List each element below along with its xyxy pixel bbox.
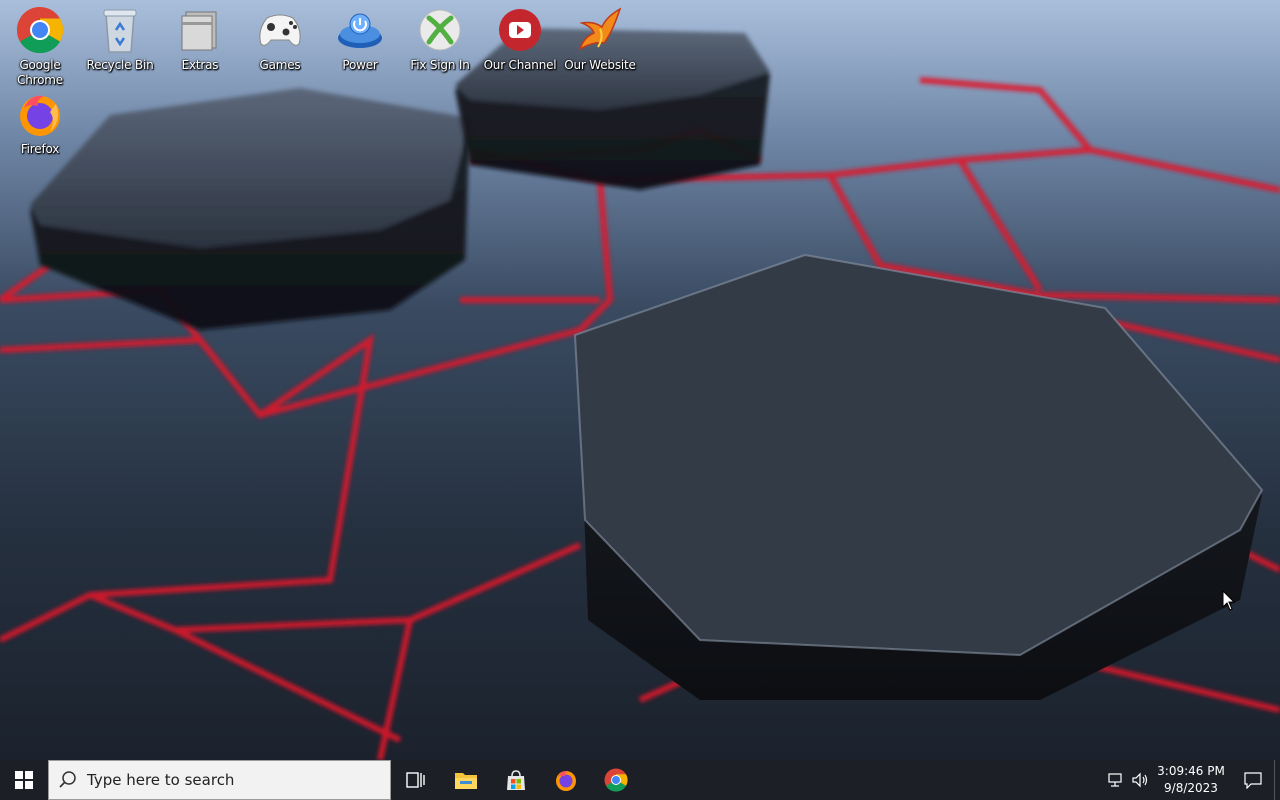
desktop-icon-our-website[interactable]: Our Website: [562, 6, 638, 73]
desktop-icon-label: Extras: [181, 58, 219, 72]
recycle-bin-icon: [96, 6, 144, 54]
taskbar-clock[interactable]: 3:09:46 PM 9/8/2023: [1156, 763, 1226, 797]
taskbar-file-explorer[interactable]: [441, 760, 491, 800]
task-view-button[interactable]: [391, 760, 441, 800]
desktop-icon-recycle-bin[interactable]: Recycle Bin: [82, 6, 158, 73]
file-explorer-icon: [455, 773, 477, 789]
task-view-icon: [406, 772, 425, 788]
mouse-cursor-icon: [1222, 589, 1236, 617]
search-icon: [59, 771, 76, 788]
desktop-icon-label: Google Chrome: [17, 58, 63, 87]
desktop-icon-label: Power: [342, 58, 378, 72]
taskbar-search-box[interactable]: Type here to search: [48, 760, 391, 800]
firefox-icon: [556, 770, 576, 791]
gamepad-icon: [256, 6, 304, 54]
network-icon[interactable]: [1104, 760, 1128, 800]
desktop-icon-label: Fix Sign In: [410, 58, 470, 72]
desktop-icon-label: Firefox: [20, 142, 60, 156]
taskbar-chrome[interactable]: [591, 760, 641, 800]
system-tray: 3:09:46 PM 9/8/2023: [1104, 760, 1280, 800]
xbox-icon: [416, 6, 464, 54]
desktop-icon-label: Recycle Bin: [86, 58, 154, 72]
store-icon: [507, 770, 525, 790]
desktop-icon-firefox[interactable]: Firefox: [2, 90, 78, 157]
desktop-icon-games[interactable]: Games: [242, 6, 318, 73]
taskbar-microsoft-store[interactable]: [491, 760, 541, 800]
notification-icon: [1244, 772, 1262, 789]
start-button[interactable]: [0, 760, 48, 800]
desktop-icon-label: Games: [259, 58, 301, 72]
taskbar-firefox[interactable]: [541, 760, 591, 800]
action-center-button[interactable]: [1232, 760, 1274, 800]
desktop-icon-area: Google Chrome Recycle Bin Extras Games P…: [0, 0, 1280, 760]
folder-stack-icon: [176, 6, 224, 54]
desktop-icon-google-chrome[interactable]: Google Chrome: [2, 6, 78, 88]
desktop-icon-extras[interactable]: Extras: [162, 6, 238, 73]
desktop-icon-label: Our Website: [564, 58, 636, 72]
volume-icon[interactable]: [1128, 760, 1152, 800]
taskbar: Type here to search 3:09:46 PM 9/8/2023: [0, 760, 1280, 800]
clock-date: 9/8/2023: [1164, 781, 1218, 795]
search-placeholder: Type here to search: [87, 771, 235, 789]
firefox-icon: [16, 90, 64, 138]
chrome-icon: [16, 6, 64, 54]
phoenix-logo-icon: [576, 6, 624, 54]
desktop-icon-fix-sign-in[interactable]: Fix Sign In: [402, 6, 478, 73]
windows-logo-icon: [15, 771, 33, 789]
youtube-icon: [496, 6, 544, 54]
clock-time: 3:09:46 PM: [1157, 764, 1225, 778]
chrome-icon: [604, 768, 628, 792]
desktop-icon-label: Our Channel: [483, 58, 557, 72]
show-desktop-button[interactable]: [1274, 760, 1280, 800]
power-orb-icon: [336, 6, 384, 54]
desktop-icon-power[interactable]: Power: [322, 6, 398, 73]
desktop-icon-our-channel[interactable]: Our Channel: [482, 6, 558, 73]
